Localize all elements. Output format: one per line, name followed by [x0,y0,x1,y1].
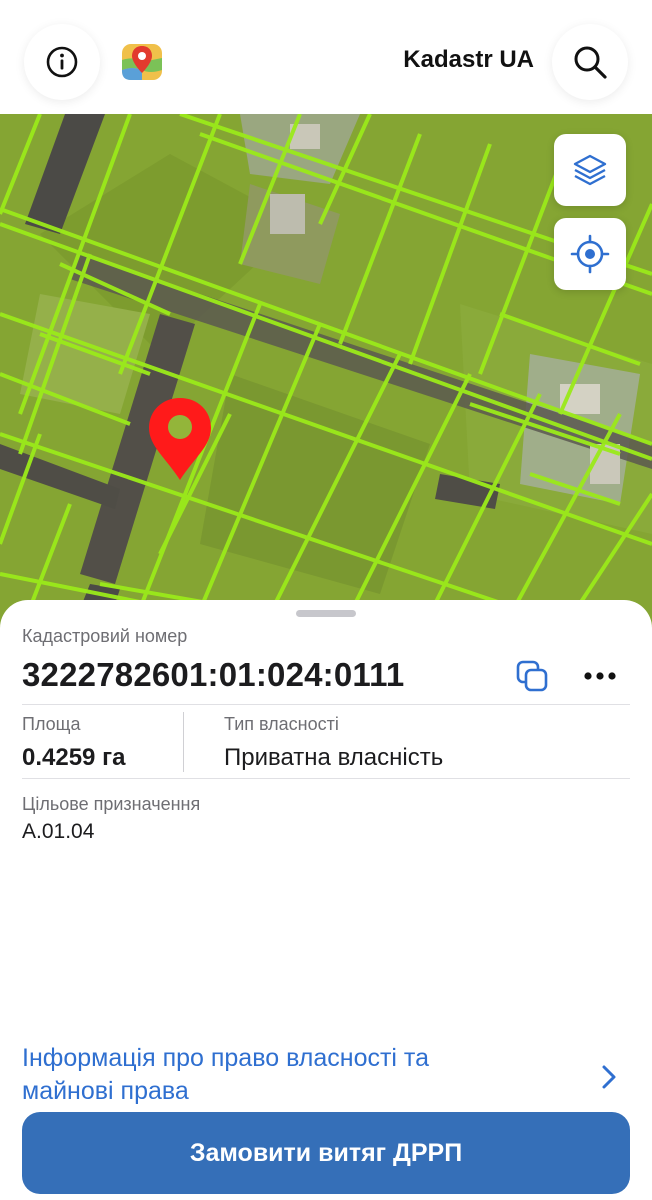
vertical-divider [183,712,184,772]
cadastral-number: 3222782601:01:024:0111 [22,656,405,693]
search-button[interactable] [552,24,628,100]
sheet-drag-handle[interactable] [296,610,356,617]
order-extract-button[interactable]: Замовити витяг ДРРП [22,1112,630,1194]
cadastral-number-label: Кадастровий номер [22,626,188,646]
search-icon [574,46,607,79]
info-icon [46,46,78,78]
layers-button[interactable] [554,134,626,206]
divider [22,778,630,779]
ownership-type-value: Приватна власність [224,744,444,771]
more-horizontal-icon [584,672,616,680]
top-bar: Kadastr UA [0,0,652,114]
app-title: Kadastr UA [403,46,534,73]
map-pin-logo-icon [122,44,162,80]
more-options-button[interactable] [580,658,620,694]
area-value: 0.4259 га [22,744,126,771]
crosshair-location-icon [570,234,610,274]
purpose-value: A.01.04 [22,820,95,843]
location-pin-icon[interactable] [146,396,214,482]
parcel-details-sheet: Кадастровий номер 3222782601:01:024:0111… [0,600,652,1200]
info-button[interactable] [24,24,100,100]
ownership-type-label: Тип власності [224,714,339,734]
layers-icon [573,154,607,186]
purpose-label: Цільове призначення [22,794,201,814]
divider [22,704,630,705]
satellite-map[interactable] [0,114,652,634]
chevron-right-icon[interactable] [600,1064,618,1090]
copy-button[interactable] [512,656,552,696]
copy-icon [516,660,548,692]
locate-me-button[interactable] [554,218,626,290]
ownership-rights-link[interactable]: Інформація про право власності та майнов… [22,1042,492,1108]
area-label: Площа [22,714,81,734]
